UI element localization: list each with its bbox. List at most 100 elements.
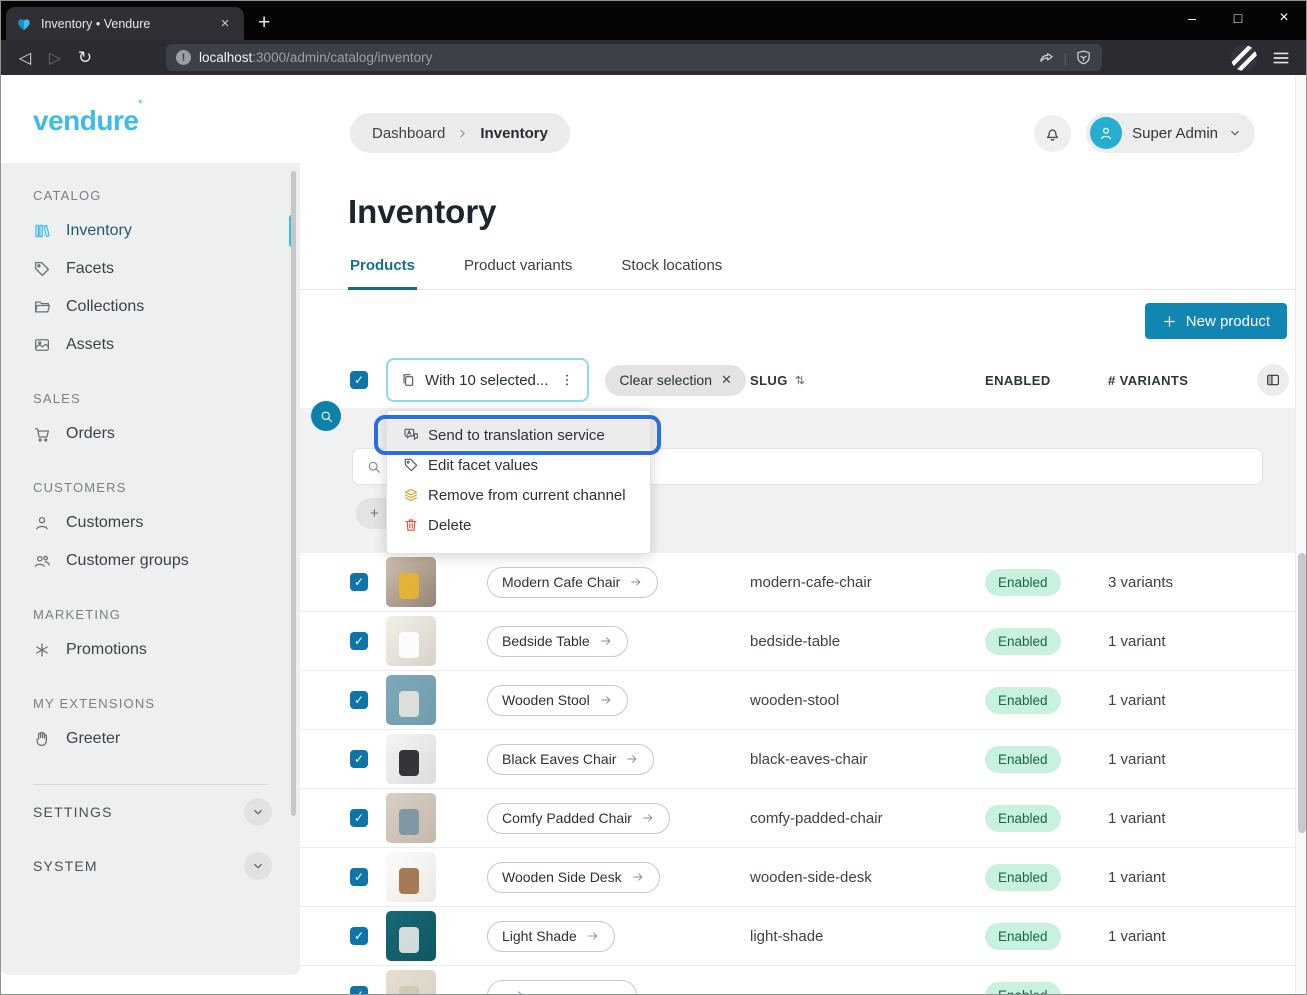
row-checkbox[interactable]: ✓ bbox=[350, 809, 368, 827]
product-name-link[interactable]: Bedside Table bbox=[487, 626, 628, 657]
share-icon[interactable] bbox=[1038, 49, 1055, 66]
row-checkbox[interactable]: ✓ bbox=[350, 986, 368, 995]
window-minimize-button[interactable]: – bbox=[1169, 0, 1215, 36]
sidebar-section-label: CATALOG bbox=[0, 167, 300, 212]
tab-stock-locations[interactable]: Stock locations bbox=[619, 257, 724, 290]
menu-item-edit-facet-values[interactable]: Edit facet values bbox=[387, 450, 650, 480]
notifications-button[interactable] bbox=[1034, 115, 1071, 152]
column-settings-button[interactable] bbox=[1257, 364, 1289, 396]
bulk-actions-button[interactable]: With 10 selected... bbox=[386, 358, 589, 402]
page-scrollbar[interactable] bbox=[1295, 75, 1307, 995]
arrow-right-icon bbox=[599, 634, 613, 648]
product-name-link[interactable]: Wooden Side Desk bbox=[487, 862, 660, 893]
sidebar-item-customers[interactable]: Customers bbox=[0, 504, 300, 542]
site-info-icon[interactable]: ! bbox=[176, 50, 191, 65]
menu-item-send-to-translation-service[interactable]: Send to translation service bbox=[387, 420, 650, 450]
product-thumbnail[interactable] bbox=[386, 852, 436, 902]
breadcrumb-dashboard[interactable]: Dashboard bbox=[372, 125, 445, 142]
expand-button[interactable] bbox=[244, 798, 272, 826]
window-maximize-button[interactable]: □ bbox=[1215, 0, 1261, 36]
product-thumbnail[interactable] bbox=[386, 970, 436, 995]
product-name-link[interactable]: Light Shade bbox=[487, 921, 615, 952]
sidebar-item-assets[interactable]: Assets bbox=[0, 326, 300, 364]
sidebar-item-greeter[interactable]: Greeter bbox=[0, 720, 300, 758]
browser-titlebar: Inventory • Vendure × + – □ × bbox=[0, 0, 1307, 40]
product-name: Modern Cafe Chair bbox=[502, 574, 620, 590]
sidebar-item-label: Greeter bbox=[66, 730, 120, 748]
row-checkbox[interactable]: ✓ bbox=[350, 632, 368, 650]
product-name-link[interactable] bbox=[487, 980, 637, 995]
column-header-slug[interactable]: SLUG bbox=[750, 373, 985, 388]
sidebar-item-orders[interactable]: Orders bbox=[0, 415, 300, 453]
table-row: ✓Light Shadelight-shadeEnabled1 variant bbox=[300, 907, 1295, 966]
browser-tab[interactable]: Inventory • Vendure × bbox=[6, 7, 244, 40]
new-product-button[interactable]: New product bbox=[1145, 303, 1287, 339]
product-name-link[interactable]: Black Eaves Chair bbox=[487, 744, 654, 775]
table-row: ✓Black Eaves Chairblack-eaves-chairEnabl… bbox=[300, 730, 1295, 789]
sidebar-item-customer-groups[interactable]: Customer groups bbox=[0, 542, 300, 580]
row-checkbox[interactable]: ✓ bbox=[350, 927, 368, 945]
product-thumbnail[interactable] bbox=[386, 616, 436, 666]
translate-icon bbox=[403, 427, 419, 443]
clear-selection-button[interactable]: Clear selection ✕ bbox=[605, 365, 746, 396]
url-bar[interactable]: ! localhost:3000/admin/catalog/inventory… bbox=[166, 44, 1102, 71]
sidebar-item-label: Assets bbox=[66, 336, 114, 354]
product-thumbnail[interactable] bbox=[386, 557, 436, 607]
avatar bbox=[1090, 117, 1122, 149]
main-content: Dashboard Inventory Super Admin Inventor… bbox=[300, 75, 1307, 995]
arrow-right-icon bbox=[511, 988, 525, 995]
sidebar-scrollbar[interactable] bbox=[291, 171, 296, 816]
tab-products[interactable]: Products bbox=[348, 257, 417, 290]
folder-icon bbox=[33, 298, 51, 316]
browser-profile-avatar[interactable] bbox=[1231, 45, 1257, 71]
menu-icon[interactable] bbox=[1271, 48, 1291, 68]
sidebar-item-inventory[interactable]: Inventory bbox=[0, 212, 300, 250]
product-name-link[interactable]: Wooden Stool bbox=[487, 685, 628, 716]
sidebar-item-collections[interactable]: Collections bbox=[0, 288, 300, 326]
sidebar-section-my-extensions: MY EXTENSIONSGreeter bbox=[0, 669, 300, 758]
product-name: Comfy Padded Chair bbox=[502, 810, 632, 826]
sidebar-group-system[interactable]: SYSTEM bbox=[0, 839, 300, 893]
page-scrollbar-thumb[interactable] bbox=[1298, 553, 1306, 833]
reload-button[interactable]: ↻ bbox=[70, 48, 100, 68]
sidebar-item-label: Collections bbox=[66, 298, 144, 316]
row-checkbox[interactable]: ✓ bbox=[350, 750, 368, 768]
dots-v-icon bbox=[559, 372, 575, 388]
product-thumbnail[interactable] bbox=[386, 793, 436, 843]
menu-item-delete[interactable]: Delete bbox=[387, 510, 650, 540]
tab-product-variants[interactable]: Product variants bbox=[462, 257, 574, 290]
forward-button[interactable]: ▷ bbox=[40, 48, 70, 68]
sidebar: vendure˟ CATALOGInventoryFacetsCollectio… bbox=[0, 75, 300, 995]
new-tab-button[interactable]: + bbox=[258, 11, 270, 35]
sidebar-section-label: SALES bbox=[0, 364, 300, 415]
product-thumbnail[interactable] bbox=[386, 675, 436, 725]
row-checkbox[interactable]: ✓ bbox=[350, 691, 368, 709]
sidebar-item-label: Facets bbox=[66, 260, 114, 278]
sidebar-item-facets[interactable]: Facets bbox=[0, 250, 300, 288]
product-slug: comfy-padded-chair bbox=[750, 810, 985, 827]
tag-icon bbox=[403, 457, 419, 473]
row-checkbox[interactable]: ✓ bbox=[350, 868, 368, 886]
row-checkbox[interactable]: ✓ bbox=[350, 573, 368, 591]
product-slug: light-shade bbox=[750, 928, 985, 945]
search-fab-button[interactable] bbox=[311, 401, 341, 431]
product-thumbnail[interactable] bbox=[386, 734, 436, 784]
breadcrumb-current[interactable]: Inventory bbox=[480, 125, 548, 142]
product-name-link[interactable]: Comfy Padded Chair bbox=[487, 803, 670, 834]
product-name-link[interactable]: Modern Cafe Chair bbox=[487, 567, 658, 598]
sidebar-section-catalog: CATALOGInventory Facets Collections Assets bbox=[0, 167, 300, 364]
url-separator: | bbox=[1063, 50, 1067, 66]
user-menu[interactable]: Super Admin bbox=[1086, 113, 1255, 153]
menu-item-remove-from-current-channel[interactable]: Remove from current channel bbox=[387, 480, 650, 510]
table-row: ✓Bedside Tablebedside-tableEnabled1 vari… bbox=[300, 612, 1295, 671]
page-title: Inventory bbox=[348, 193, 1295, 231]
tab-close-icon[interactable]: × bbox=[216, 15, 234, 32]
window-close-button[interactable]: × bbox=[1261, 0, 1307, 36]
back-button[interactable]: ◁ bbox=[10, 48, 40, 68]
product-thumbnail[interactable] bbox=[386, 911, 436, 961]
sidebar-item-promotions[interactable]: Promotions bbox=[0, 631, 300, 669]
expand-button[interactable] bbox=[244, 852, 272, 880]
shield-icon[interactable] bbox=[1075, 49, 1092, 66]
sidebar-group-settings[interactable]: SETTINGS bbox=[0, 785, 300, 839]
select-all-checkbox[interactable]: ✓ bbox=[350, 371, 368, 389]
